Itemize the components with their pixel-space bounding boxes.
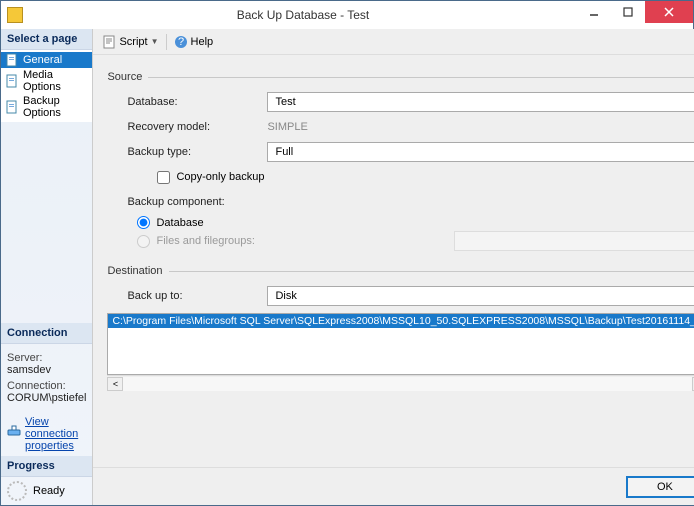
page-icon	[5, 74, 19, 88]
close-button[interactable]	[645, 1, 693, 23]
connection-icon	[7, 424, 21, 438]
database-select[interactable]: Test	[267, 92, 694, 112]
connection-label: Connection:	[7, 380, 86, 392]
sidebar: Select a page General Media Options Back…	[1, 29, 93, 505]
sidebar-item-label: Backup Options	[23, 95, 88, 119]
destination-list[interactable]: C:\Program Files\Microsoft SQL Server\SQ…	[107, 313, 694, 375]
destination-label: Destination	[107, 265, 162, 277]
toolbar: Script ▼ ? Help	[93, 29, 694, 55]
divider	[169, 271, 694, 272]
ok-button[interactable]: OK	[626, 476, 694, 498]
radio-database-label: Database	[156, 217, 203, 229]
progress-status: Ready	[33, 485, 65, 497]
filegroups-input	[454, 231, 694, 251]
source-group: Source	[107, 71, 694, 83]
help-icon: ?	[174, 35, 188, 49]
divider	[148, 77, 694, 78]
backup-component-label: Backup component:	[127, 196, 267, 208]
horizontal-scrollbar[interactable]: < >	[107, 375, 694, 391]
sidebar-item-label: Media Options	[23, 69, 88, 93]
help-label: Help	[191, 36, 214, 48]
connection-value: CORUM\pstiefel	[7, 392, 86, 404]
scroll-left-icon[interactable]: <	[107, 377, 123, 391]
app-icon	[7, 7, 23, 23]
radio-filegroups	[137, 235, 150, 248]
sidebar-item-general[interactable]: General	[1, 52, 92, 68]
help-button[interactable]: ? Help	[171, 33, 217, 51]
window-title: Back Up Database - Test	[29, 8, 577, 22]
recovery-value: SIMPLE	[267, 121, 694, 133]
database-label: Database:	[127, 96, 267, 108]
sidebar-item-media-options[interactable]: Media Options	[1, 68, 92, 94]
body: Select a page General Media Options Back…	[1, 29, 693, 505]
destination-item[interactable]: C:\Program Files\Microsoft SQL Server\SQ…	[108, 314, 694, 328]
destination-group: Destination	[107, 265, 694, 277]
source-label: Source	[107, 71, 142, 83]
backup-type-label: Backup type:	[127, 146, 267, 158]
script-button[interactable]: Script ▼	[99, 33, 161, 51]
page-icon	[5, 53, 19, 67]
sidebar-header: Select a page	[1, 29, 92, 50]
server-label: Server:	[7, 352, 86, 364]
recovery-label: Recovery model:	[127, 121, 267, 133]
script-icon	[102, 35, 116, 49]
sidebar-item-backup-options[interactable]: Backup Options	[1, 94, 92, 120]
progress-row: Ready	[1, 477, 92, 505]
radio-database[interactable]	[137, 216, 150, 229]
progress-header: Progress	[1, 456, 92, 477]
chevron-down-icon: ▼	[151, 37, 159, 46]
content: Source Database: Test Recovery model: SI…	[93, 55, 694, 467]
titlebar: Back Up Database - Test	[1, 1, 693, 29]
backup-type-select[interactable]: Full	[267, 142, 694, 162]
backup-dialog: Back Up Database - Test Select a page Ge…	[0, 0, 694, 506]
radio-filegroups-label: Files and filegroups:	[156, 235, 254, 247]
progress-spinner-icon	[7, 481, 27, 501]
scroll-track[interactable]	[123, 377, 691, 391]
copy-only-label: Copy-only backup	[176, 171, 264, 183]
minimize-button[interactable]	[577, 1, 611, 23]
footer: OK Cancel	[93, 467, 694, 505]
main: Script ▼ ? Help Source Database:	[93, 29, 694, 505]
page-list: General Media Options Backup Options	[1, 50, 92, 122]
copy-only-checkbox[interactable]	[157, 171, 170, 184]
sidebar-item-label: General	[23, 54, 62, 66]
maximize-button[interactable]	[611, 1, 645, 23]
view-connection-link[interactable]: View connection properties	[25, 416, 86, 452]
script-label: Script	[119, 36, 147, 48]
backup-to-select[interactable]: Disk	[267, 286, 694, 306]
page-icon	[5, 100, 19, 114]
server-value: samsdev	[7, 364, 86, 376]
window-controls	[577, 1, 693, 29]
svg-text:?: ?	[177, 36, 183, 48]
backup-to-label: Back up to:	[127, 290, 267, 302]
sidebar-spacer	[1, 122, 92, 323]
connection-block: Server: samsdev Connection: CORUM\pstief…	[1, 344, 92, 456]
connection-header: Connection	[1, 323, 92, 344]
